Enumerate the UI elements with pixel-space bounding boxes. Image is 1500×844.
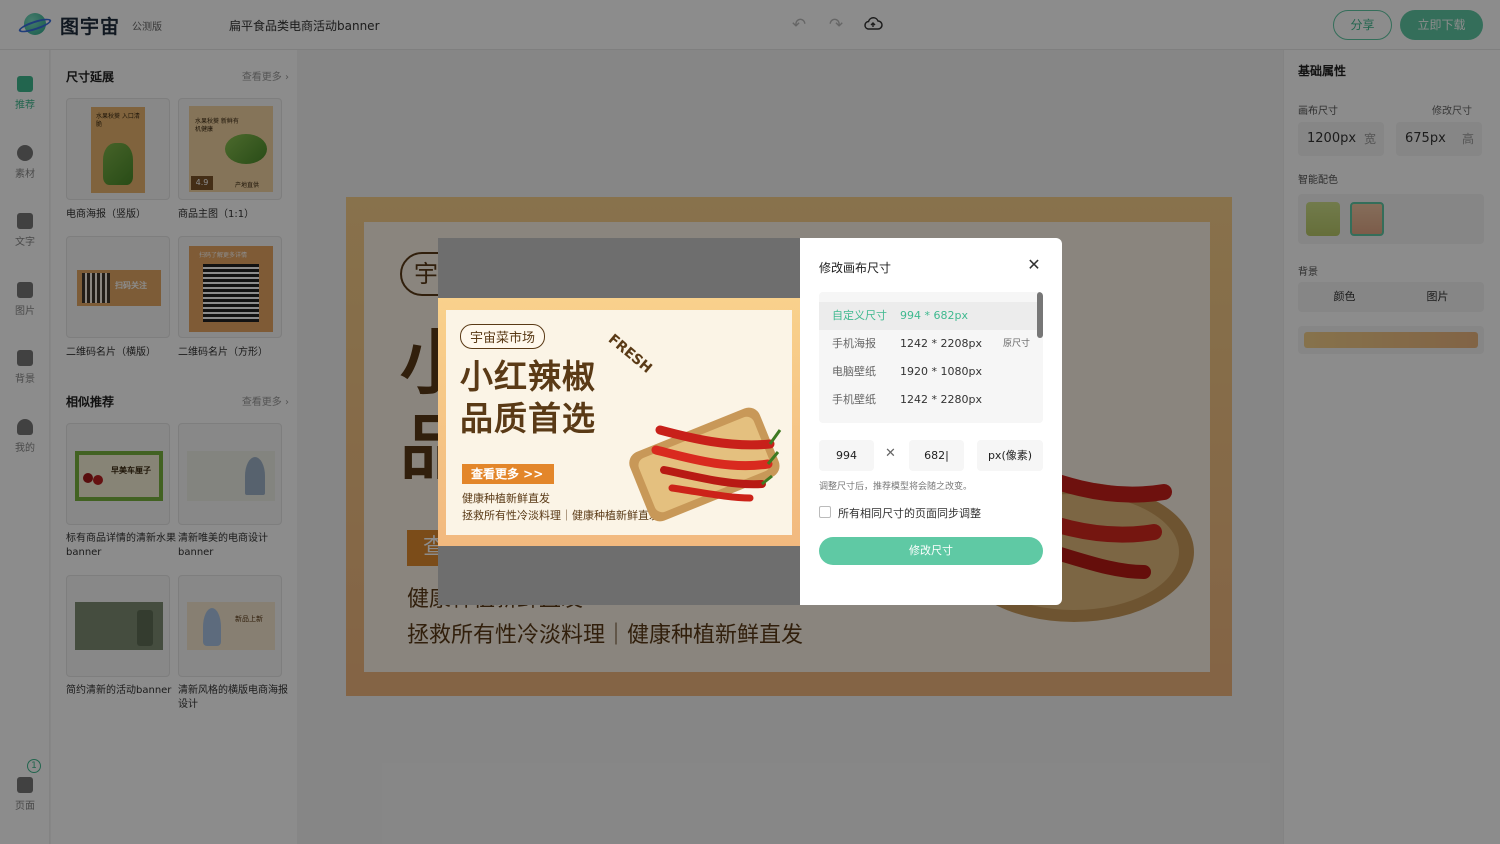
chili-basket-image: [629, 407, 782, 522]
preset-row-phone-poster[interactable]: 手机海报 1242 * 2208px 原尺寸: [819, 330, 1037, 358]
preset-row-phone-wallpaper[interactable]: 手机壁纸 1242 * 2280px: [819, 386, 1037, 414]
close-icon[interactable]: ✕: [1026, 257, 1042, 273]
preview-canvas: 宇宙菜市场 小红辣椒 品质首选 FRESH 查看更多 >> 健康种植新鲜直发 拯…: [446, 310, 792, 535]
preview-badge: 宇宙菜市场: [460, 324, 546, 349]
preview-subline1: 健康种植新鲜直发: [462, 492, 550, 505]
width-input[interactable]: 994: [819, 440, 874, 471]
preset-row-custom[interactable]: 自定义尺寸 994 * 682px: [819, 302, 1037, 330]
apply-size-button[interactable]: 修改尺寸: [819, 537, 1043, 565]
preview-frame: 宇宙菜市场 小红辣椒 品质首选 FRESH 查看更多 >> 健康种植新鲜直发 拯…: [438, 298, 800, 546]
multiply-icon: ✕: [885, 446, 896, 461]
list-scrollbar[interactable]: [1037, 292, 1043, 338]
preset-row-desktop-wallpaper[interactable]: 电脑壁纸 1920 * 1080px: [819, 358, 1037, 386]
resize-hint: 调整尺寸后，推荐模型将会随之改变。: [819, 482, 973, 492]
resize-preview-pane: 宇宙菜市场 小红辣椒 品质首选 FRESH 查看更多 >> 健康种植新鲜直发 拯…: [438, 238, 800, 605]
height-input[interactable]: 682|: [909, 440, 964, 471]
dialog-title: 修改画布尺寸: [819, 261, 892, 275]
preview-title-line1: 小红辣椒: [460, 357, 596, 396]
sync-pages-label[interactable]: 所有相同尺寸的页面同步调整: [838, 505, 981, 521]
resize-canvas-dialog: 修改画布尺寸 ✕ 自定义尺寸 994 * 682px 手机海报 1242 * 2…: [800, 238, 1062, 605]
original-size-tag: 原尺寸: [1003, 339, 1031, 349]
preview-button: 查看更多 >>: [462, 464, 554, 484]
unit-select[interactable]: px(像素): [977, 440, 1043, 471]
preview-fresh-label: FRESH: [604, 331, 655, 377]
preview-title-line2: 品质首选: [460, 399, 596, 438]
preset-size-list: 自定义尺寸 994 * 682px 手机海报 1242 * 2208px 原尺寸…: [819, 292, 1043, 423]
sync-pages-checkbox[interactable]: [819, 506, 831, 518]
